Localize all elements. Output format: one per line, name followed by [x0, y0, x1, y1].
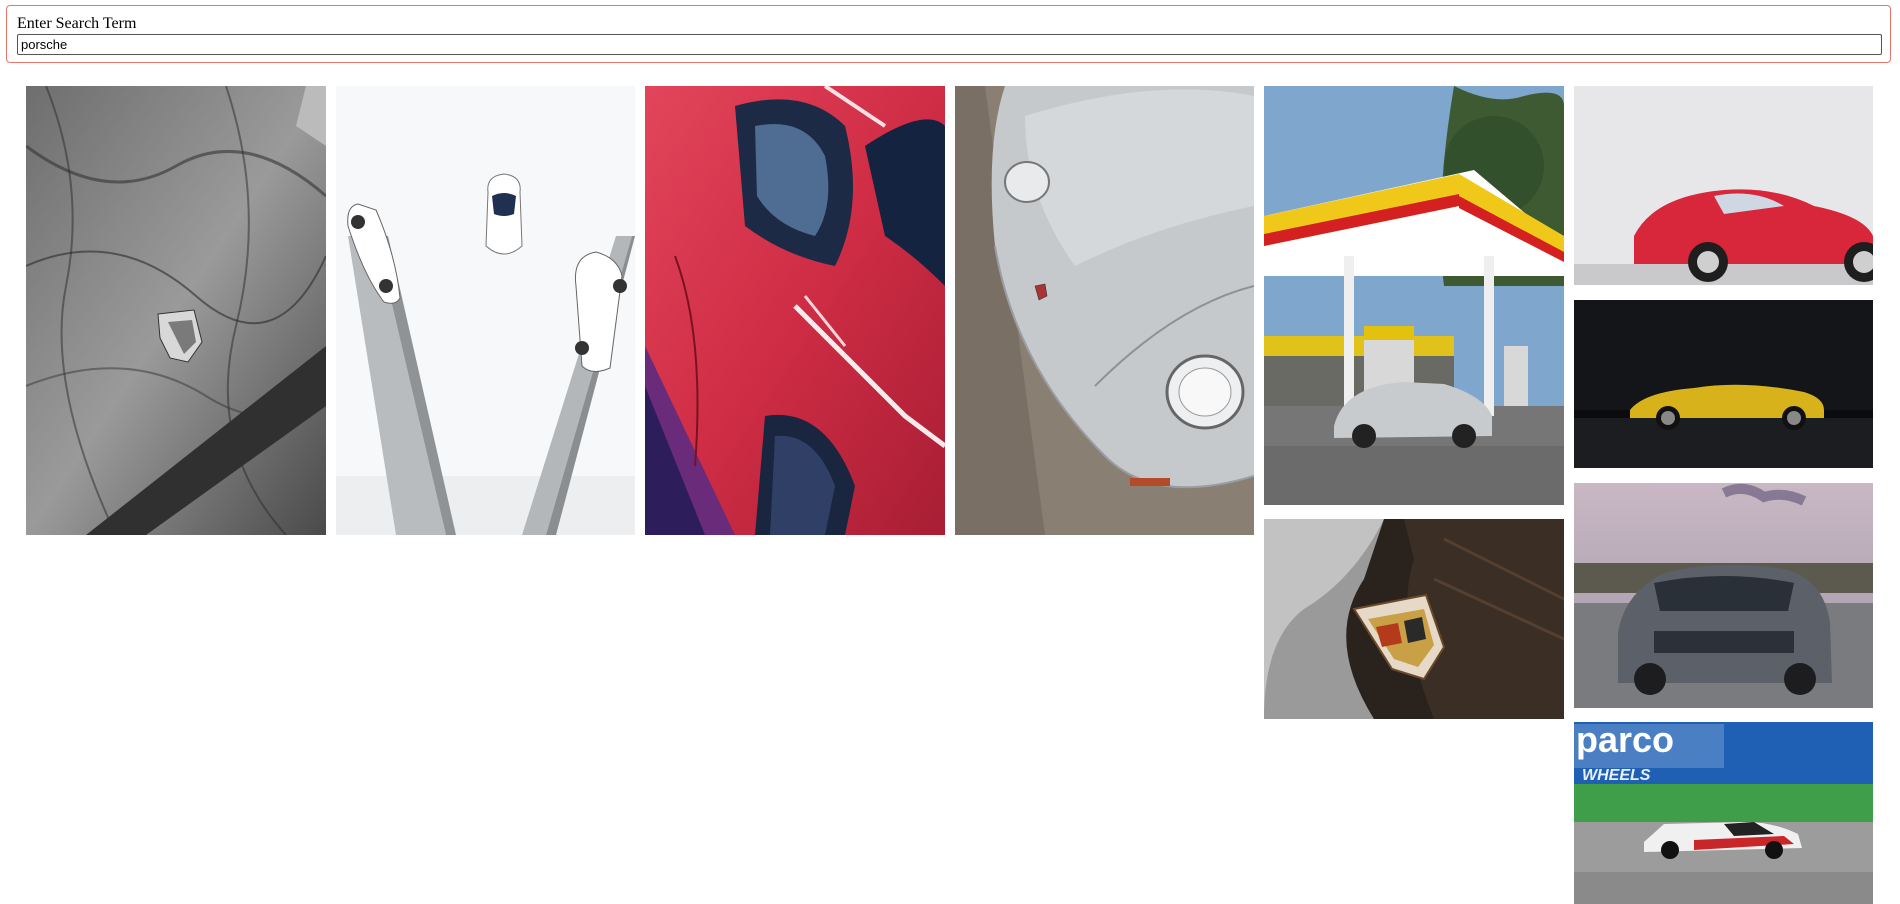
search-form: Enter Search Term	[6, 5, 1891, 63]
result-image-3[interactable]	[645, 86, 945, 535]
result-image-1[interactable]	[26, 86, 326, 535]
result-image-6[interactable]	[1264, 519, 1564, 719]
result-image-8[interactable]	[1574, 300, 1873, 468]
search-input[interactable]	[17, 34, 1882, 55]
signage-parco: parco	[1576, 722, 1674, 760]
result-image-10[interactable]: parco WHEELS	[1574, 722, 1873, 904]
result-image-2[interactable]	[336, 86, 635, 535]
result-image-9[interactable]	[1574, 483, 1873, 708]
result-image-7[interactable]	[1574, 86, 1873, 285]
result-image-4[interactable]	[955, 86, 1254, 535]
signage-wheels: WHEELS	[1582, 767, 1651, 784]
result-image-5[interactable]	[1264, 86, 1564, 505]
search-label: Enter Search Term	[17, 15, 137, 32]
